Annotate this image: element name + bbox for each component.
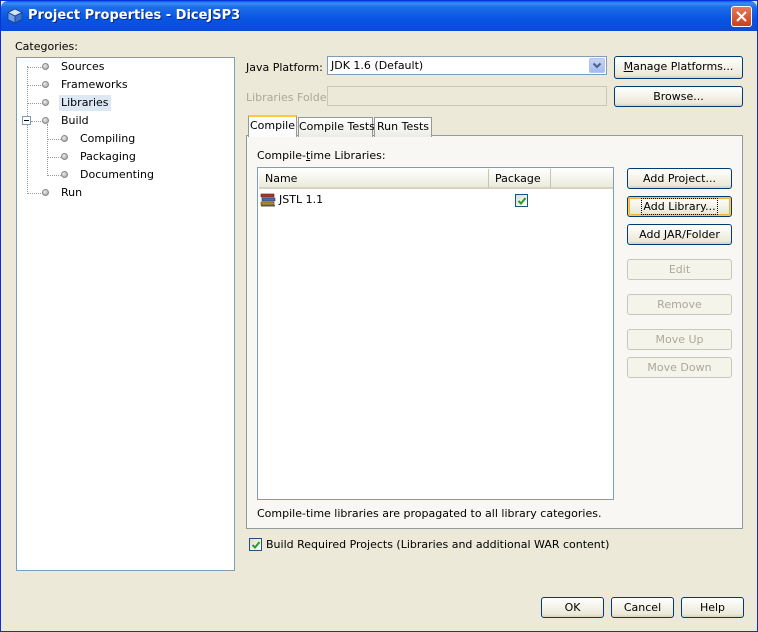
tree-item-documenting[interactable]: Documenting (80, 167, 154, 183)
tree-item-build[interactable]: Build (61, 113, 89, 129)
libraries-folder-label: Libraries Folder: (246, 91, 335, 104)
label-text: ime Libraries: (310, 149, 386, 162)
ok-button[interactable]: OK (541, 597, 604, 618)
tree-item-compiling[interactable]: Compiling (80, 131, 135, 147)
libraries-folder-field (327, 86, 607, 106)
cancel-button[interactable]: Cancel (611, 597, 674, 618)
dropdown-button[interactable] (589, 58, 605, 73)
tab-run-tests[interactable]: Run Tests (374, 117, 432, 137)
move-up-button[interactable]: Move Up (627, 329, 732, 350)
java-platform-select[interactable]: JDK 1.6 (Default) (327, 56, 607, 75)
build-required-label[interactable]: Build Required Projects (Libraries and a… (266, 538, 609, 551)
mnemonic: M (623, 60, 634, 73)
propagation-note: Compile-time libraries are propagated to… (257, 507, 602, 520)
chevron-down-icon (592, 62, 602, 69)
categories-label: Categories: (15, 40, 78, 53)
netbeans-cube-icon (7, 8, 23, 24)
add-library-button[interactable]: Add Library... (627, 196, 732, 217)
remove-button[interactable]: Remove (627, 294, 732, 315)
add-jar-folder-button[interactable]: Add JAR/Folder (627, 224, 732, 245)
manage-platforms-button[interactable]: Manage Platforms... (614, 56, 743, 79)
column-header-filler (551, 169, 613, 189)
label-text: ava Platform: (249, 61, 323, 74)
tree-node-icon (61, 135, 68, 142)
button-label: Add Library... (641, 198, 718, 215)
tab-compile[interactable]: Compile (248, 115, 297, 137)
tree-node-icon (61, 171, 68, 178)
tree-item-run[interactable]: Run (61, 185, 82, 201)
column-header-package[interactable]: Package (489, 169, 551, 189)
tree-node-icon (42, 189, 49, 196)
tree-line (47, 124, 48, 176)
check-icon (251, 541, 261, 549)
tree-node-icon (61, 153, 68, 160)
package-checkbox[interactable] (515, 194, 528, 207)
categories-tree[interactable]: Sources Frameworks Libraries Build Compi… (16, 57, 235, 571)
java-platform-label: Java Platform: (246, 61, 323, 74)
library-books-icon (260, 193, 276, 207)
tree-node-icon (42, 117, 49, 124)
library-name: JSTL 1.1 (279, 193, 324, 206)
add-project-button[interactable]: Add Project... (627, 168, 732, 189)
project-properties-window: Project Properties - DiceJSP3 Categories… (0, 0, 758, 632)
move-down-button[interactable]: Move Down (627, 357, 732, 378)
tree-item-sources[interactable]: Sources (61, 59, 105, 75)
collapse-toggle[interactable] (22, 116, 31, 125)
tree-node-icon (42, 99, 49, 106)
tab-compile-tests[interactable]: Compile Tests (298, 117, 375, 137)
browse-button[interactable]: Browse... (614, 86, 743, 107)
window-title: Project Properties - DiceJSP3 (28, 8, 241, 23)
close-button[interactable] (731, 6, 752, 27)
tree-node-icon (42, 63, 49, 70)
title-bar[interactable]: Project Properties - DiceJSP3 (1, 1, 757, 31)
tree-item-libraries[interactable]: Libraries (59, 95, 111, 111)
close-icon (736, 11, 747, 22)
edit-button[interactable]: Edit (627, 259, 732, 280)
help-button[interactable]: Help (681, 597, 744, 618)
compile-libraries-label: Compile-time Libraries: (257, 149, 386, 162)
label-text: Compile- (257, 149, 306, 162)
tree-item-frameworks[interactable]: Frameworks (61, 77, 128, 93)
build-required-checkbox[interactable] (249, 538, 262, 551)
column-header-name[interactable]: Name (259, 169, 489, 189)
libraries-table[interactable]: Name Package JSTL 1.1 (257, 167, 614, 500)
check-icon (517, 197, 527, 205)
tree-item-packaging[interactable]: Packaging (80, 149, 136, 165)
tree-node-icon (42, 81, 49, 88)
table-row[interactable]: JSTL 1.1 (259, 191, 614, 209)
button-label: anage Platforms... (633, 60, 734, 73)
java-platform-value: JDK 1.6 (Default) (331, 59, 424, 72)
